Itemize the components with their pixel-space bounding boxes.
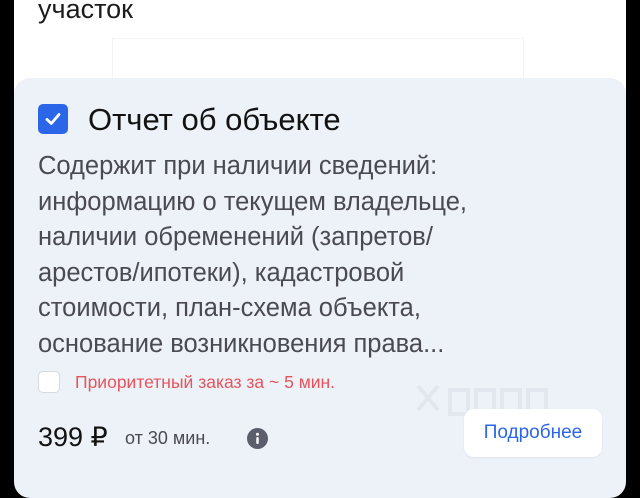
report-checkbox[interactable] bbox=[38, 104, 68, 134]
price: 399 ₽ bbox=[38, 422, 108, 452]
more-button[interactable]: Подробнее bbox=[464, 409, 602, 457]
report-description: Содержит при наличии сведений: информаци… bbox=[38, 149, 598, 362]
background-frame bbox=[112, 38, 524, 81]
report-title: Отчет об объекте bbox=[88, 102, 341, 137]
description-line: стоимости, план-схема объекта, bbox=[38, 294, 421, 322]
priority-checkbox[interactable] bbox=[38, 371, 60, 393]
duration-text: от 30 мин. bbox=[125, 428, 211, 448]
check-icon bbox=[45, 113, 61, 125]
previous-card-text: участок bbox=[38, 0, 133, 24]
description-line: наличии обременений (запретов/ bbox=[38, 223, 433, 251]
description-line: арестов/ипотеки), кадастровой bbox=[38, 258, 405, 287]
info-glyph-icon bbox=[256, 432, 259, 444]
description-line: основание возникновения права... bbox=[38, 329, 445, 358]
info-icon[interactable] bbox=[247, 428, 268, 449]
description-line: информацию о текущем владельце, bbox=[38, 187, 467, 216]
priority-label[interactable]: Приоритетный заказ за ~ 5 мин. bbox=[75, 371, 335, 393]
description-line: Содержит при наличии сведений: bbox=[38, 152, 438, 180]
